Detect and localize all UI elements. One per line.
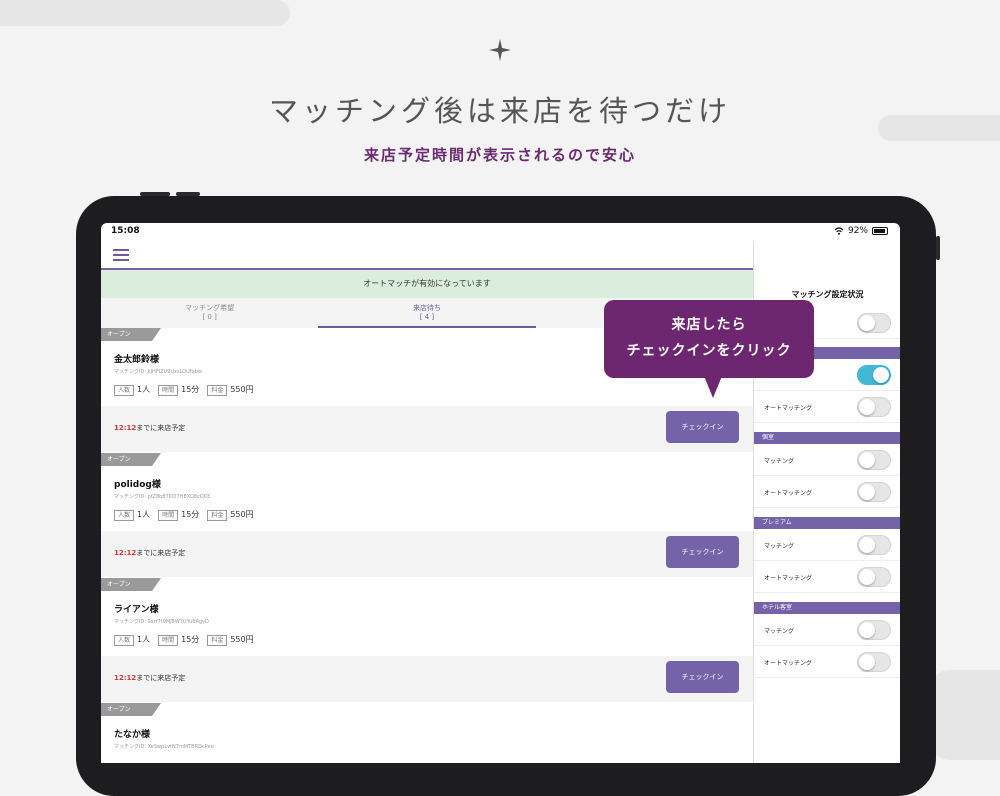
- matching-toggle[interactable]: [857, 313, 891, 333]
- time-chip: 時間: [158, 635, 179, 646]
- hamburger-menu-icon[interactable]: [113, 249, 129, 261]
- tab-matching-request[interactable]: マッチング希望 [ 0 ]: [101, 298, 318, 328]
- setting-row: マッチング: [754, 614, 900, 646]
- open-tag: オープン: [101, 453, 161, 466]
- section-header-premium: プレミアム: [754, 517, 900, 529]
- section-header-hotel: ホテル客室: [754, 602, 900, 614]
- eta-text: 12:12までに来店予定: [114, 549, 186, 557]
- eta-text: 12:12までに来店予定: [114, 424, 186, 432]
- status-bar: 15:08 92%: [101, 223, 900, 241]
- matching-toggle[interactable]: [857, 535, 891, 555]
- open-tag: オープン: [101, 328, 161, 341]
- tab-waiting-visit[interactable]: 来店待ち [ 4 ]: [318, 298, 536, 328]
- background-cloud: [930, 670, 1000, 760]
- fee-chip: 料金: [207, 635, 228, 646]
- auto-matching-toggle[interactable]: [857, 652, 891, 672]
- reservation-card: オープン polidog様 マッチングID: pfZ8b87I007HEXD8c…: [101, 453, 753, 577]
- auto-match-banner: オートマッチが有効になっています: [101, 270, 753, 298]
- reservation-card: オープン ライアン様 マッチングID: 9xrf7t9MJ8W3UYu8AgyD…: [101, 578, 753, 702]
- customer-name: たなか様: [114, 730, 151, 740]
- open-tag: オープン: [101, 578, 161, 591]
- people-chip: 人数: [114, 385, 135, 396]
- ipad-button: [140, 192, 170, 196]
- setting-row: オートマッチング: [754, 561, 900, 593]
- fee-chip: 料金: [207, 385, 228, 396]
- matching-toggle[interactable]: [857, 450, 891, 470]
- wifi-icon: [834, 227, 844, 235]
- setting-row: マッチング: [754, 529, 900, 561]
- setting-row: マッチング: [754, 444, 900, 476]
- checkin-callout: 来店したら チェックインをクリック: [604, 300, 814, 378]
- matching-id: マッチングID: kJHFIZU9UxsLOUfqbw: [114, 369, 202, 375]
- setting-row: オートマッチング: [754, 646, 900, 678]
- headline: マッチング後は来店を待つだけ: [268, 94, 731, 128]
- battery-icon: [872, 227, 888, 235]
- time-chip: 時間: [158, 510, 179, 521]
- subline: 来店予定時間が表示されるので安心: [363, 146, 636, 164]
- matching-toggle[interactable]: [857, 365, 891, 385]
- open-tag: オープン: [101, 703, 161, 716]
- battery-percent: 92%: [847, 226, 868, 236]
- checkin-button[interactable]: チェックイン: [666, 411, 739, 443]
- matching-toggle[interactable]: [857, 620, 891, 640]
- setting-row: オートマッチング: [754, 476, 900, 508]
- customer-name: polidog様: [114, 480, 161, 490]
- ipad-button: [176, 192, 200, 196]
- checkin-button[interactable]: チェックイン: [666, 661, 739, 693]
- people-chip: 人数: [114, 510, 135, 521]
- reservation-card: オープン たなか様 マッチングID: XeSwpLvtN7mMTBRDcPeo: [101, 703, 753, 763]
- callout-tail: [704, 376, 722, 398]
- fee-chip: 料金: [207, 510, 228, 521]
- customer-name: 金太郎鈴様: [114, 355, 160, 365]
- time-chip: 時間: [158, 385, 179, 396]
- matching-id: マッチングID: pfZ8b87I007HEXD8cO03: [114, 494, 211, 500]
- setting-row: オートマッチング: [754, 391, 900, 423]
- customer-name: ライアン様: [114, 605, 159, 615]
- background-cloud: [0, 0, 290, 26]
- matching-id: マッチングID: 9xrf7t9MJ8W3UYu8AgyD: [114, 619, 209, 625]
- sparkle-icon: [489, 39, 511, 61]
- ipad-button: [936, 236, 940, 260]
- status-time: 15:08: [111, 226, 140, 236]
- matching-id: マッチングID: XeSwpLvtN7mMTBRDcPeo: [114, 744, 214, 750]
- auto-matching-toggle[interactable]: [857, 567, 891, 587]
- section-header-private-room: 個室: [754, 432, 900, 444]
- auto-matching-toggle[interactable]: [857, 397, 891, 417]
- people-chip: 人数: [114, 635, 135, 646]
- checkin-button[interactable]: チェックイン: [666, 536, 739, 568]
- eta-text: 12:12までに来店予定: [114, 674, 186, 682]
- settings-title: マッチング設定状況: [791, 290, 864, 299]
- auto-matching-toggle[interactable]: [857, 482, 891, 502]
